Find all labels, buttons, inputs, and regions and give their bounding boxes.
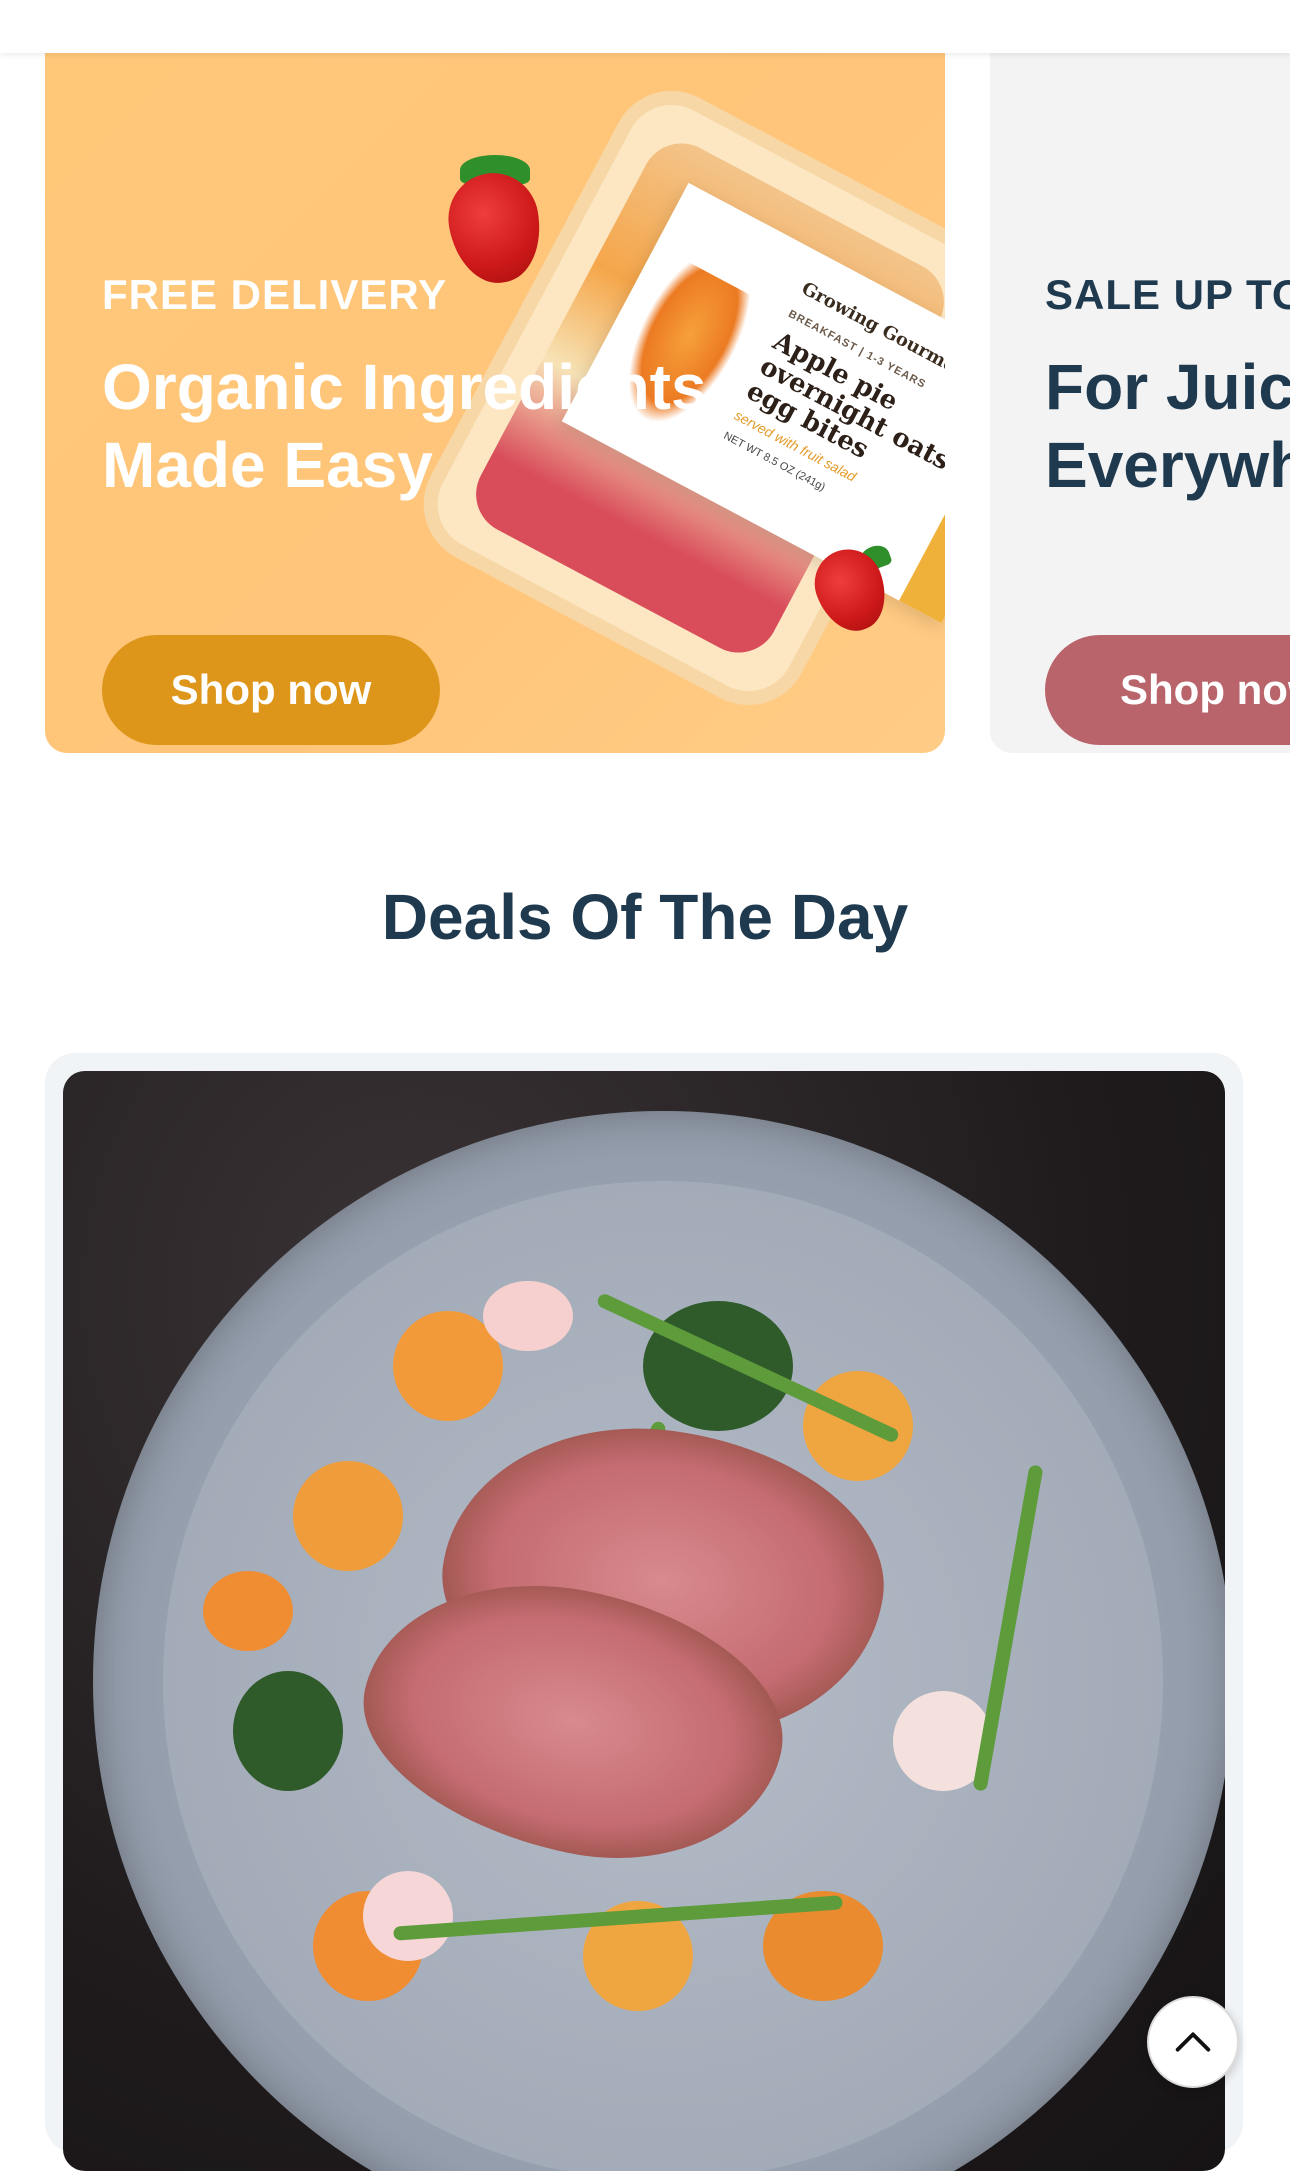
- shop-now-button[interactable]: Shop now: [1045, 635, 1290, 745]
- hero-banner-slider[interactable]: Growing Gourmet BREAKFAST | 1-3 YEARS Ap…: [0, 53, 1290, 753]
- shop-now-button[interactable]: Shop now: [102, 635, 440, 745]
- banner-eyebrow: FREE DELIVERY: [102, 271, 448, 318]
- deal-product-card[interactable]: [45, 1053, 1243, 2171]
- deal-product-image[interactable]: [63, 1071, 1225, 2171]
- banner-free-delivery[interactable]: Growing Gourmet BREAKFAST | 1-3 YEARS Ap…: [45, 53, 945, 753]
- banner-headline-line-2: Made Easy: [102, 429, 433, 501]
- banner-headline: Organic Ingredients Made Easy: [102, 348, 945, 504]
- banner-headline: For Juic Everywh: [1045, 348, 1290, 504]
- chevron-up-icon: [1175, 2032, 1211, 2052]
- top-header-bar: [0, 0, 1290, 53]
- banner-sale[interactable]: SALE UP TO For Juic Everywh Shop now: [990, 53, 1290, 753]
- banner-headline-line-1: For Juic: [1045, 351, 1290, 423]
- banner-eyebrow: SALE UP TO: [1045, 271, 1290, 318]
- deals-section-title: Deals Of The Day: [381, 881, 909, 953]
- scroll-to-top-button[interactable]: [1147, 1996, 1239, 2088]
- banner-headline-line-1: Organic Ingredients: [102, 351, 707, 423]
- banner-headline-line-2: Everywh: [1045, 429, 1290, 501]
